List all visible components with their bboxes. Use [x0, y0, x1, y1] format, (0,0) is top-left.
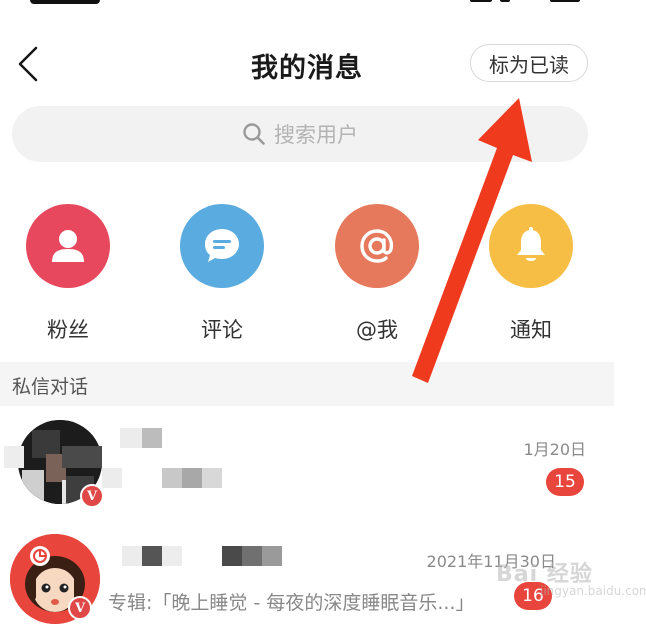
watermark-url: jingyan.baidu.com: [540, 584, 646, 598]
bell-icon: [517, 227, 545, 261]
redacted-name: [142, 546, 162, 566]
conversation-date: 1月20日: [523, 440, 586, 459]
person-icon: [52, 230, 84, 262]
shortcut-label: 粉丝: [47, 318, 89, 342]
notifications-circle: [489, 204, 573, 288]
shortcut-label: 通知: [510, 318, 552, 342]
redacted-name: [120, 428, 142, 448]
mark-all-read-button[interactable]: 标为已读: [470, 44, 588, 82]
section-header: 私信对话: [0, 362, 614, 406]
redacted-name: [142, 428, 162, 448]
redacted-preview: [182, 468, 202, 488]
shortcut-notifications[interactable]: 通知: [466, 204, 596, 344]
verified-badge: V: [68, 596, 92, 620]
redacted-name: [4, 446, 24, 468]
redacted-name: [262, 546, 282, 566]
conversation-row[interactable]: V 1月20日 15: [0, 406, 614, 524]
shortcut-label: 评论: [201, 318, 243, 342]
redacted-preview: [102, 468, 122, 488]
search-placeholder: 搜索用户: [274, 123, 358, 147]
shortcut-comments[interactable]: 评论: [157, 204, 287, 344]
redacted-preview: [202, 468, 222, 488]
mentions-circle: [335, 204, 419, 288]
status-time: [30, 0, 100, 4]
redacted-name: [122, 546, 142, 566]
verified-badge: V: [80, 484, 104, 508]
section-title: 私信对话: [12, 376, 89, 398]
search-icon: [243, 123, 265, 145]
search-input[interactable]: 搜索用户: [12, 106, 588, 162]
comment-bubble-icon: [205, 229, 239, 262]
shortcut-label: @我: [356, 318, 398, 342]
avatar: V: [10, 534, 100, 624]
unread-count-badge: 15: [546, 468, 584, 496]
fans-circle: [26, 204, 110, 288]
shortcut-mentions[interactable]: @我: [312, 204, 442, 344]
shortcut-fans[interactable]: 粉丝: [3, 204, 133, 344]
redacted-name: [222, 546, 242, 566]
comments-circle: [180, 204, 264, 288]
message-preview: 专辑:「晚上睡觉 - 每夜的深度睡眠音乐...」: [108, 592, 475, 614]
redacted-name: [162, 546, 182, 566]
status-icons: [470, 0, 580, 6]
redacted-preview: [162, 468, 182, 488]
redacted-name: [62, 446, 102, 468]
redacted-name: [242, 546, 262, 566]
at-icon: [360, 229, 394, 263]
status-bar: [0, 0, 646, 14]
nav-header: 我的消息 标为已读: [0, 30, 614, 100]
